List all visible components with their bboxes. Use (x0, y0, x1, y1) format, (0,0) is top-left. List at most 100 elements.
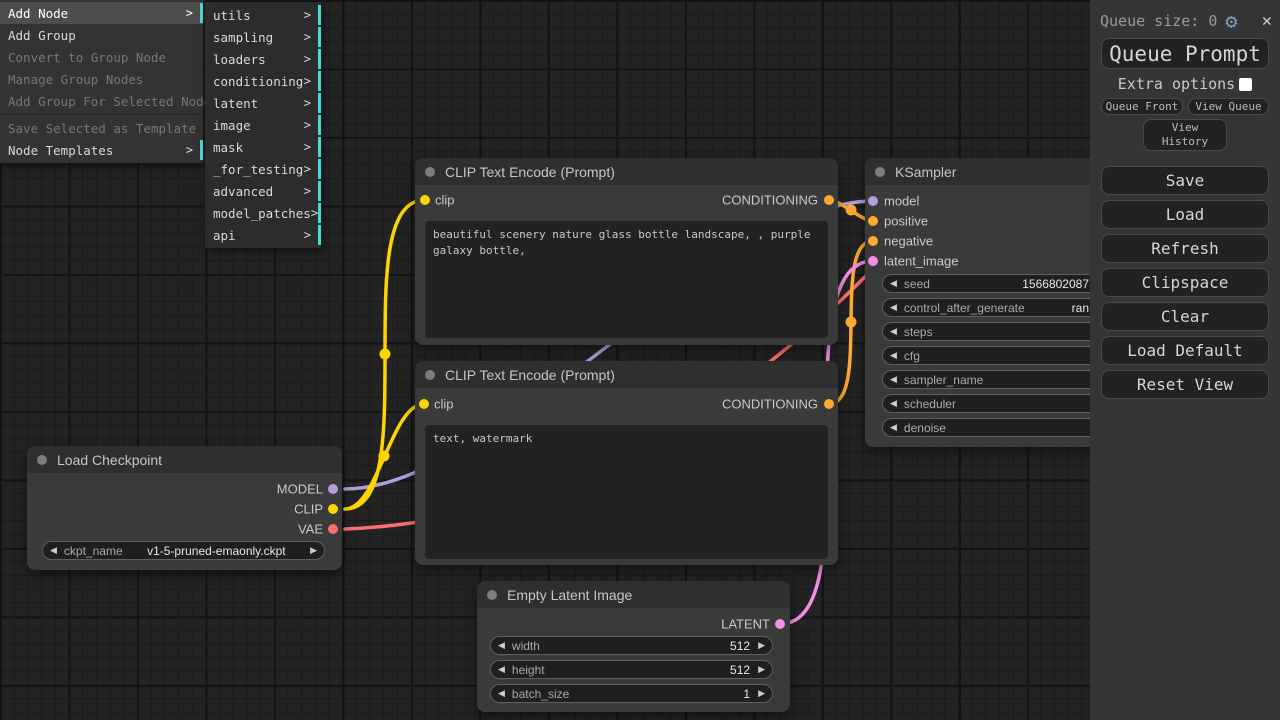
submenu-item-advanced[interactable]: advanced > (205, 180, 321, 202)
settings-gear-icon[interactable]: ⚙ (1225, 11, 1237, 31)
widget-label: height (512, 663, 545, 677)
node-empty-latent-image[interactable]: Empty Latent Image LATENT ◀ width 512 ▶ … (477, 581, 790, 712)
add-node-submenu: utils > sampling > loaders > conditionin… (205, 2, 321, 248)
menu-item-add-group-for-selected-nodes[interactable]: Add Group For Selected Nodes (0, 90, 203, 112)
collapse-dot-icon[interactable] (425, 167, 435, 177)
prompt-textarea[interactable]: text, watermark (425, 425, 828, 559)
prompt-textarea[interactable]: beautiful scenery nature glass bottle la… (425, 221, 828, 338)
input-slot-clip[interactable] (419, 399, 429, 409)
output-label: LATENT (721, 617, 770, 632)
save-button[interactable]: Save (1101, 166, 1269, 195)
menu-item-save-selected-as-template[interactable]: Save Selected as Template (0, 117, 203, 139)
output-slot-conditioning[interactable] (824, 399, 834, 409)
submenu-item-loaders[interactable]: loaders > (205, 48, 321, 70)
comfy-menu-panel: Queue size: 0 ⚙ ✕ Queue Prompt Extra opt… (1090, 0, 1280, 720)
clear-button[interactable]: Clear (1101, 302, 1269, 331)
widget-value: ran (1072, 301, 1089, 315)
submenu-item-api[interactable]: api > (205, 224, 321, 246)
submenu-arrow-icon: > (304, 8, 311, 22)
decrement-arrow-icon[interactable]: ◀ (890, 303, 897, 312)
submenu-item-sampling[interactable]: sampling > (205, 26, 321, 48)
menu-separator (0, 114, 203, 115)
submenu-item-utils[interactable]: utils > (205, 4, 321, 26)
wire-midpoint-dot (846, 317, 857, 328)
output-slot-latent[interactable] (775, 619, 785, 629)
submenu-arrow-icon: > (304, 184, 311, 198)
queue-size-label: Queue size: 0 (1100, 12, 1217, 30)
decrement-arrow-icon[interactable]: ◀ (498, 665, 505, 674)
decrement-arrow-icon[interactable]: ◀ (890, 399, 897, 408)
collapse-dot-icon[interactable] (487, 590, 497, 600)
queue-front-button[interactable]: Queue Front (1101, 98, 1183, 115)
output-label: CONDITIONING (722, 193, 818, 208)
view-history-button[interactable]: View History (1143, 119, 1227, 151)
submenu-item-latent[interactable]: latent > (205, 92, 321, 114)
close-icon[interactable]: ✕ (1262, 11, 1272, 31)
widget-height[interactable]: ◀ height 512 ▶ (490, 660, 773, 679)
widget-batch-size[interactable]: ◀ batch_size 1 ▶ (490, 684, 773, 703)
wire-midpoint-dot (379, 451, 390, 462)
node-load-checkpoint[interactable]: Load Checkpoint MODEL CLIP VAE ◀ ckpt_na… (27, 446, 342, 570)
widget-width[interactable]: ◀ width 512 ▶ (490, 636, 773, 655)
load-default-button[interactable]: Load Default (1101, 336, 1269, 365)
submenu-arrow-icon: > (304, 162, 311, 176)
submenu-item-for-testing[interactable]: _for_testing > (205, 158, 321, 180)
extra-options-checkbox[interactable] (1239, 78, 1252, 91)
submenu-item-conditioning[interactable]: conditioning > (205, 70, 321, 92)
submenu-arrow-icon: > (304, 228, 311, 242)
submenu-item-image[interactable]: image > (205, 114, 321, 136)
input-slot-positive[interactable] (868, 216, 878, 226)
input-slot-model[interactable] (868, 196, 878, 206)
menu-item-manage-group-nodes[interactable]: Manage Group Nodes (0, 68, 203, 90)
decrement-arrow-icon[interactable]: ◀ (890, 423, 897, 432)
collapse-dot-icon[interactable] (875, 167, 885, 177)
node-title-bar[interactable]: CLIP Text Encode (Prompt) (415, 158, 838, 185)
decrement-arrow-icon[interactable]: ◀ (890, 375, 897, 384)
menu-item-convert-to-group-node[interactable]: Convert to Group Node (0, 46, 203, 68)
decrement-arrow-icon[interactable]: ◀ (890, 351, 897, 360)
menu-item-add-node[interactable]: Add Node > (0, 2, 203, 24)
menu-item-node-templates[interactable]: Node Templates > (0, 139, 203, 161)
node-clip-text-encode-1[interactable]: CLIP Text Encode (Prompt) clip CONDITION… (415, 158, 838, 345)
node-title-bar[interactable]: Load Checkpoint (27, 446, 342, 473)
wire-midpoint-dot (380, 349, 391, 360)
clipspace-button[interactable]: Clipspace (1101, 268, 1269, 297)
widget-label: control_after_generate (904, 301, 1025, 315)
decrement-arrow-icon[interactable]: ◀ (498, 641, 505, 650)
node-clip-text-encode-2[interactable]: CLIP Text Encode (Prompt) clip CONDITION… (415, 361, 838, 565)
menu-item-label: advanced (213, 184, 273, 199)
queue-prompt-button[interactable]: Queue Prompt (1101, 38, 1269, 69)
input-slot-clip[interactable] (420, 195, 430, 205)
submenu-item-mask[interactable]: mask > (205, 136, 321, 158)
output-label: CONDITIONING (722, 397, 818, 412)
node-title-bar[interactable]: Empty Latent Image (477, 581, 790, 608)
input-slot-negative[interactable] (868, 236, 878, 246)
view-queue-button[interactable]: View Queue (1188, 98, 1269, 115)
collapse-dot-icon[interactable] (425, 370, 435, 380)
output-slot-vae[interactable] (328, 524, 338, 534)
widget-label: cfg (904, 349, 920, 363)
reset-view-button[interactable]: Reset View (1101, 370, 1269, 399)
extra-options-label: Extra options (1118, 75, 1235, 93)
comfyui-canvas[interactable]: CLIP Text Encode (Prompt) clip CONDITION… (0, 0, 1280, 720)
increment-arrow-icon[interactable]: ▶ (758, 689, 765, 698)
node-title-bar[interactable]: CLIP Text Encode (Prompt) (415, 361, 838, 388)
decrement-arrow-icon[interactable]: ◀ (498, 689, 505, 698)
refresh-button[interactable]: Refresh (1101, 234, 1269, 263)
increment-arrow-icon[interactable]: ▶ (758, 665, 765, 674)
output-slot-conditioning[interactable] (824, 195, 834, 205)
menu-item-add-group[interactable]: Add Group (0, 24, 203, 46)
decrement-arrow-icon[interactable]: ◀ (890, 279, 897, 288)
widget-ckpt-name[interactable]: ◀ ckpt_name v1-5-pruned-emaonly.ckpt ▶ (42, 541, 325, 560)
next-option-arrow-icon[interactable]: ▶ (310, 546, 317, 555)
increment-arrow-icon[interactable]: ▶ (758, 641, 765, 650)
decrement-arrow-icon[interactable]: ◀ (890, 327, 897, 336)
output-slot-clip[interactable] (328, 504, 338, 514)
load-button[interactable]: Load (1101, 200, 1269, 229)
collapse-dot-icon[interactable] (37, 455, 47, 465)
submenu-item-model-patches[interactable]: model_patches > (205, 202, 321, 224)
output-slot-model[interactable] (328, 484, 338, 494)
prev-option-arrow-icon[interactable]: ◀ (50, 546, 57, 555)
input-slot-latent-image[interactable] (868, 256, 878, 266)
input-label: negative (884, 234, 933, 249)
